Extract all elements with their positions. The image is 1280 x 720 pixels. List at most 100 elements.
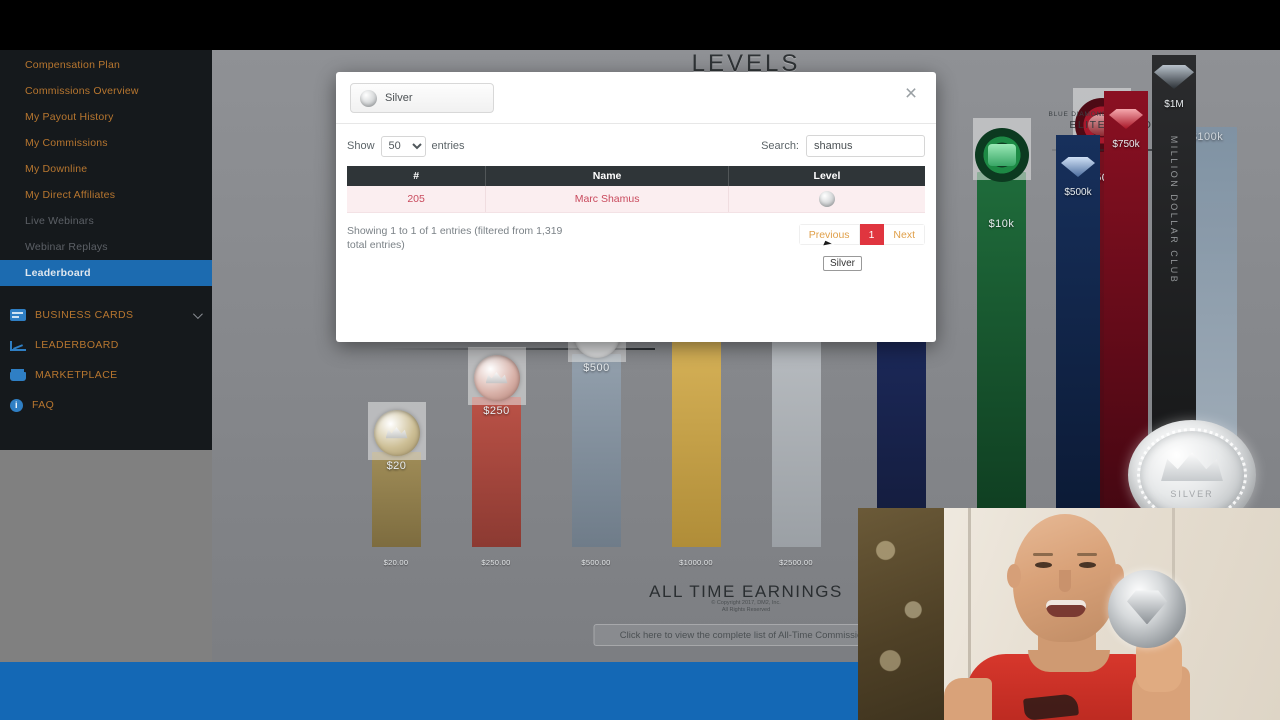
sidebar-item-my-commissions[interactable]: My Commissions xyxy=(0,130,212,156)
leaderboard-table: # Name Level 205 Marc Shamus xyxy=(347,166,925,213)
column-header-rank[interactable]: # xyxy=(347,166,487,186)
all-time-commissions-button[interactable]: Click here to view the complete list of … xyxy=(593,624,899,646)
x-tick: $20.00 xyxy=(383,558,409,567)
blue-diamond-icon xyxy=(1061,157,1095,177)
sidebar-divider xyxy=(0,286,212,300)
emerald-gem-icon xyxy=(974,128,1029,182)
left-ear xyxy=(1007,564,1021,588)
copper-medal-icon xyxy=(473,355,520,401)
black-diamond-icon xyxy=(1154,65,1194,89)
bar-label: $250 xyxy=(483,405,510,417)
sidebar-item-my-payout-history[interactable]: My Payout History xyxy=(0,104,212,130)
sidebar-sub-nav: Compensation Plan Commissions Overview M… xyxy=(0,50,212,286)
search-label: Search: xyxy=(761,140,799,152)
table-footer: Showing 1 to 1 of 1 entries (filtered fr… xyxy=(347,223,925,252)
page-size-select[interactable]: 50 xyxy=(380,135,426,157)
column-header-level[interactable]: Level xyxy=(728,166,925,186)
blue-diamond-column: BLUE DIAMOND $500k xyxy=(1048,111,1107,567)
bar-label: $500 xyxy=(583,362,610,374)
bar-silver: $500 xyxy=(567,304,626,547)
sidebar-item-my-direct-affiliates[interactable]: My Direct Affiliates xyxy=(0,182,212,208)
blue-diamond-label: BLUE DIAMOND xyxy=(1048,111,1108,118)
show-label: Show xyxy=(347,140,375,152)
left-arm xyxy=(944,678,992,720)
cell-rank: 205 xyxy=(347,186,487,213)
sidebar-item-label: MARKETPLACE xyxy=(35,369,118,381)
sidebar-item-leaderboard[interactable]: Leaderboard xyxy=(0,260,212,286)
sidebar-item-label: BUSINESS CARDS xyxy=(35,309,134,321)
table-body: 205 Marc Shamus xyxy=(347,186,925,213)
badge-label: Silver xyxy=(385,92,413,104)
bar-bronze: $20 xyxy=(367,402,426,547)
cell-level xyxy=(728,186,925,213)
close-icon[interactable]: × xyxy=(900,83,922,106)
sidebar-item-commissions-overview[interactable]: Commissions Overview xyxy=(0,78,212,104)
medallion-word: SILVER xyxy=(1170,489,1214,500)
sidebar: Compensation Plan Commissions Overview M… xyxy=(0,50,212,450)
sidebar-item-webinar-replays[interactable]: Webinar Replays xyxy=(0,234,212,260)
sidebar-item-compensation-plan[interactable]: Compensation Plan xyxy=(0,52,212,78)
x-tick: $250.00 xyxy=(481,558,511,567)
chart-icon xyxy=(10,339,26,351)
million-dollar-club-label: MILLION DOLLAR CLUB xyxy=(1169,135,1179,285)
table-header-row: # Name Level xyxy=(347,166,925,186)
table-info: Showing 1 to 1 of 1 entries (filtered fr… xyxy=(347,224,563,251)
silver-level-button[interactable]: Silver xyxy=(350,83,494,113)
sidebar-item-leaderboard-main[interactable]: LEADERBOARD xyxy=(0,330,212,360)
silver-medal-icon[interactable] xyxy=(818,190,835,207)
bronze-medal-icon xyxy=(373,410,420,456)
sidebar-item-label: FAQ xyxy=(32,399,55,411)
pagination-previous[interactable]: Previous xyxy=(798,223,860,245)
bar-label: $10k xyxy=(988,218,1015,230)
cart-icon xyxy=(10,368,26,381)
page-size-control: Show 50 entries xyxy=(347,135,465,157)
right-eye xyxy=(1079,562,1096,568)
mouth xyxy=(1046,600,1086,617)
sidebar-item-faq[interactable]: i FAQ xyxy=(0,390,212,420)
pagination-next[interactable]: Next xyxy=(884,223,925,245)
sidebar-item-live-webinars[interactable]: Live Webinars xyxy=(0,208,212,234)
red-diamond-icon xyxy=(1109,109,1143,129)
search-input[interactable] xyxy=(806,135,925,157)
pagination: Previous 1 Next xyxy=(798,223,925,245)
bar-copper: $250 xyxy=(467,347,526,547)
pagination-page-1[interactable]: 1 xyxy=(859,223,885,245)
blue-diamond-value: $500k xyxy=(1064,187,1092,198)
black-diamond-value: $1M xyxy=(1164,99,1184,110)
bar-emerald: $10k xyxy=(972,118,1031,547)
red-diamond-value: $750k xyxy=(1112,139,1140,150)
nose xyxy=(1059,570,1071,592)
sidebar-item-my-downline[interactable]: My Downline xyxy=(0,156,212,182)
table-header: # Name Level xyxy=(347,166,925,186)
level-tooltip: Silver xyxy=(823,256,863,271)
left-eyebrow xyxy=(1033,553,1053,556)
entries-label: entries xyxy=(431,140,465,152)
webcam-overlay xyxy=(858,508,1280,720)
search-control: Search: xyxy=(761,135,925,157)
modal-body: Show 50 entries Search: # Name Level xyxy=(336,124,936,252)
table-controls: Show 50 entries Search: xyxy=(347,135,925,157)
x-tick: $1000.00 xyxy=(679,558,713,567)
modal-header: Silver × xyxy=(336,72,936,124)
right-eyebrow xyxy=(1077,553,1097,556)
x-tick: $500.00 xyxy=(581,558,611,567)
bar-label: $20 xyxy=(386,460,407,472)
leaderboard-modal: Silver × Show 50 entries Search: shamus … xyxy=(336,72,936,342)
shirt-logo xyxy=(1022,693,1080,720)
x-tick: $2500.00 xyxy=(779,558,813,567)
bar-gold: $1k xyxy=(667,257,726,547)
sidebar-main-nav: BUSINESS CARDS LEADERBOARD MARKETPLACE i… xyxy=(0,300,212,420)
sidebar-item-marketplace[interactable]: MARKETPLACE xyxy=(0,360,212,390)
card-icon xyxy=(10,309,26,321)
chevron-down-icon[interactable] xyxy=(192,308,203,319)
cell-name: Marc Shamus xyxy=(485,186,729,213)
letterbox-top xyxy=(0,0,1280,50)
table-row: 205 Marc Shamus xyxy=(347,186,925,213)
wall-art xyxy=(858,508,950,720)
sidebar-item-business-cards[interactable]: BUSINESS CARDS xyxy=(0,300,212,330)
held-silver-medallion xyxy=(1108,570,1186,648)
left-eye xyxy=(1035,562,1052,568)
info-icon: i xyxy=(10,398,23,412)
sidebar-item-label: LEADERBOARD xyxy=(35,339,119,351)
column-header-name[interactable]: Name xyxy=(485,166,729,186)
